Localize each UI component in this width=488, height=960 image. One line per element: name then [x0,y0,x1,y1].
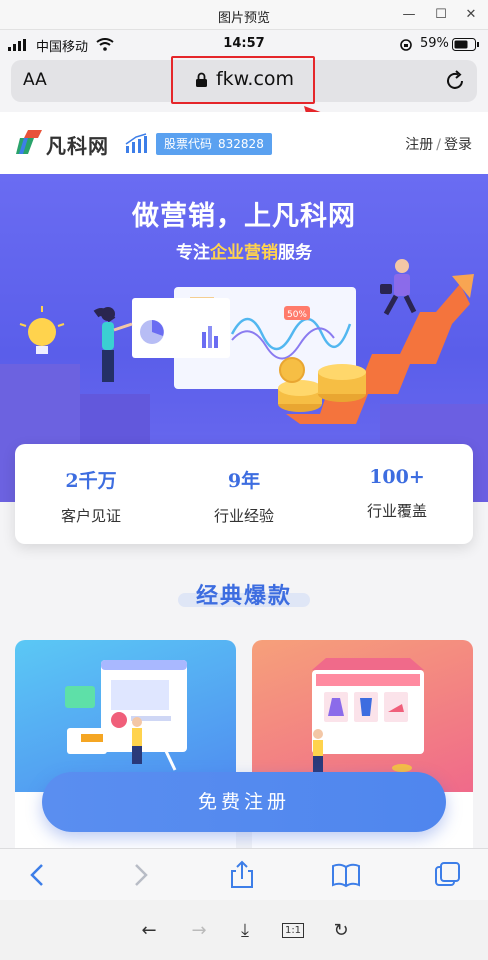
businessman-figure [380,259,417,316]
website-builder-illustration [65,660,187,771]
lightbulb-icon [19,306,65,354]
hero-title: 做营销，上凡科网 [132,201,356,232]
status-time: 14:57 [223,36,265,51]
rotation-lock-icon [400,39,412,51]
maximize-button[interactable]: ☐ [430,4,452,26]
stat-label: 行业覆盖 [366,502,427,520]
battery-percent: 59% [420,36,449,51]
text-size-button[interactable]: AA [23,70,47,90]
window-title-bar: 图片预览 — ☐ ✕ [0,0,488,30]
bookmarks-icon[interactable] [330,859,362,891]
back-icon[interactable] [22,859,54,891]
stat-label: 行业经验 [213,507,274,525]
section-title: 经典爆款 [195,584,292,609]
stat-industries: 100+ 行业覆盖 [321,466,473,521]
growth-chart-icon [125,133,147,153]
site-header: 凡科网 股票代码 832828 注册 / 登录 [0,112,488,174]
auth-links: 注册 / 登录 [405,134,472,154]
logo-text[interactable]: 凡科网 [46,130,109,159]
forward-icon[interactable] [124,859,156,891]
minimize-button[interactable]: — [398,4,420,26]
next-icon[interactable]: → [186,918,212,944]
share-icon[interactable] [226,859,258,891]
stat-value: 2千万 [65,470,117,492]
register-link[interactable]: 注册 [405,137,433,153]
woman-figure [93,307,133,382]
previous-icon[interactable]: ← [136,918,162,944]
viewer-toolbar: ← → ⤓ 1:1 ↻ [0,900,488,960]
stock-code: 832828 [218,137,264,151]
product-card-image [15,640,236,792]
download-icon[interactable]: ⤓ [232,918,258,944]
actual-size-icon[interactable]: 1:1 [280,918,306,944]
stat-value: 100+ [369,466,425,488]
fkw-logo-icon[interactable] [14,128,44,156]
url-text[interactable]: fkw.com [173,68,313,90]
tabs-icon[interactable] [432,859,464,891]
browser-toolbar [0,848,488,900]
status-bar: 中国移动 14:57 59% [0,30,488,58]
stat-customers: 2千万 客户见证 [15,466,167,526]
auth-separator: / [436,137,441,153]
hero-badge: 50% [287,310,307,320]
url-highlight-box: fkw.com [171,56,315,104]
stats-card: 2千万 客户见证 9年 行业经验 100+ 行业覆盖 [15,444,473,544]
address-bar[interactable]: AA fkw.com [11,56,477,104]
login-link[interactable]: 登录 [444,137,472,153]
battery-icon [452,38,479,51]
stat-experience: 9年 行业经验 [168,466,320,526]
online-store-illustration [312,658,424,774]
stock-code-badge: 股票代码 832828 [156,133,272,155]
close-button[interactable]: ✕ [460,4,482,26]
rotate-icon[interactable]: ↻ [328,918,354,944]
stat-value: 9年 [227,470,261,492]
product-card-image [252,640,473,792]
reload-icon[interactable] [443,69,467,93]
free-register-button[interactable]: 免费注册 [42,772,446,832]
stat-label: 客户见证 [60,507,121,525]
stock-label: 股票代码 [164,137,213,151]
